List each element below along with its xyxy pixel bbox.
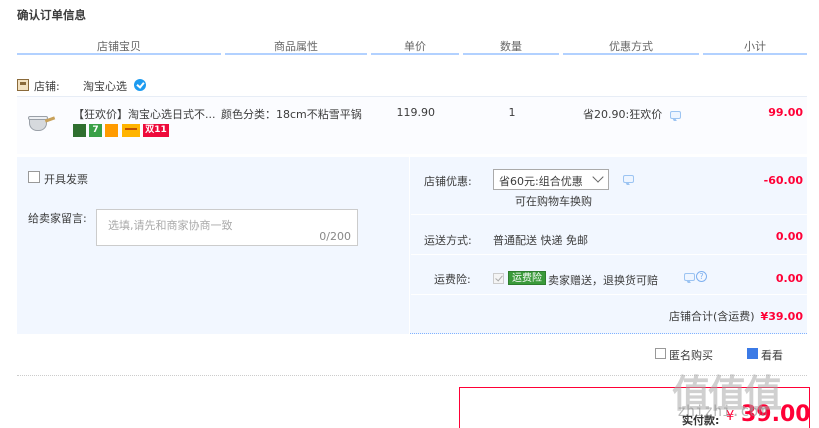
product-spec: 颜色分类：18cm不粘雪平锅 (221, 108, 362, 121)
shop-total-value: ¥39.00 (760, 310, 803, 323)
insurance-chat-icon[interactable] (684, 273, 695, 281)
view-order-label[interactable]: 看看 (761, 347, 783, 363)
table-header: 店铺宝贝 商品属性 单价 数量 优惠方式 小计 (17, 38, 807, 55)
shipping-row: 运送方式: 普通配送 快递 免邮 0.00 (411, 215, 807, 255)
header-unit-price: 单价 (371, 38, 459, 55)
view-order-checkbox[interactable] (747, 348, 758, 359)
seller-note-label: 给卖家留言: (28, 212, 87, 225)
insurance-badge: 运费险 (508, 271, 546, 285)
shop-prefix: 店铺: (34, 80, 60, 93)
insurance-checkbox (493, 273, 504, 284)
shipping-amount: 0.00 (775, 230, 803, 243)
shipping-method: 普通配送 快递 免邮 (493, 234, 588, 247)
header-shop-item: 店铺宝贝 (17, 38, 221, 55)
header-quantity: 数量 (463, 38, 559, 55)
insurance-row: 运费险: 运费险 卖家赠送，退换货可赔 ? 0.00 (411, 255, 807, 295)
double-eleven-badge[interactable]: 双11 (143, 124, 169, 137)
seller-note-placeholder: 选填,请先和商家协商一致 (108, 219, 233, 232)
coupon-hint: 可在购物车换购 (515, 195, 592, 208)
left-options-panel: 开具发票 给卖家留言: 选填,请先和商家协商一致 0/200 (17, 157, 410, 334)
discount-text: 省20.90:狂欢价 (583, 108, 663, 121)
product-title-link[interactable]: 【狂欢价】淘宝心选日式不... (73, 106, 215, 122)
header-discount: 优惠方式 (563, 38, 699, 55)
seven-day-return-badge[interactable]: 7 (89, 124, 102, 137)
header-attributes: 商品属性 (225, 38, 367, 55)
insurance-amount: 0.00 (775, 272, 803, 285)
insurance-text: 卖家赠送，退换货可赔 (548, 274, 658, 287)
shipping-label: 运送方式: (424, 234, 472, 247)
credit-card-icon[interactable] (122, 124, 140, 137)
shop-coupon-row: 店铺优惠: 省60元:组合优惠 可在购物车换购 -60.00 (411, 157, 807, 215)
tmall-cat-icon[interactable] (73, 124, 86, 137)
shop-icon (17, 79, 29, 91)
product-thumbnail[interactable] (25, 109, 56, 139)
shop-name-link[interactable]: 淘宝心选 (83, 78, 127, 94)
item-subtotal: 99.00 (768, 106, 803, 119)
invoice-label[interactable]: 开具发票 (44, 171, 88, 187)
insurance-label: 运费险: (434, 273, 471, 286)
unit-price: 119.90 (396, 106, 436, 119)
chat-bubble-icon[interactable] (134, 79, 146, 91)
header-subtotal: 小计 (703, 38, 807, 55)
discount-info-icon[interactable] (670, 111, 681, 119)
site-watermark-url: zhizhi.com (677, 402, 768, 420)
chevron-down-icon (592, 171, 604, 183)
order-item-row: 【狂欢价】淘宝心选日式不... 颜色分类：18cm不粘雪平锅 7 双11 119… (17, 96, 807, 154)
shop-coupon-label: 店铺优惠: (424, 175, 472, 188)
anonymous-checkbox[interactable] (655, 348, 666, 359)
order-detail-panel: 开具发票 给卖家留言: 选填,请先和商家协商一致 0/200 店铺优惠: 省60… (17, 157, 807, 334)
coupon-info-icon[interactable] (623, 175, 634, 183)
invoice-checkbox[interactable] (28, 171, 40, 183)
seller-note-counter: 0/200 (319, 230, 351, 243)
anonymous-label[interactable]: 匿名购买 (669, 347, 713, 363)
page-title: 确认订单信息 (17, 8, 86, 22)
help-icon[interactable]: ? (696, 271, 707, 282)
guarantee-icon[interactable] (105, 124, 118, 137)
shop-total-label: 店铺合计(含运费) (668, 310, 755, 323)
shop-total: 店铺合计(含运费) ¥39.00 (669, 308, 803, 324)
shop-coupon-select[interactable]: 省60元:组合优惠 (493, 169, 609, 190)
shop-coupon-selected: 省60元:组合优惠 (499, 175, 583, 188)
seller-note-input[interactable]: 选填,请先和商家协商一致 0/200 (96, 209, 358, 246)
shop-coupon-amount: -60.00 (763, 174, 803, 187)
quantity-value: 1 (508, 106, 516, 119)
